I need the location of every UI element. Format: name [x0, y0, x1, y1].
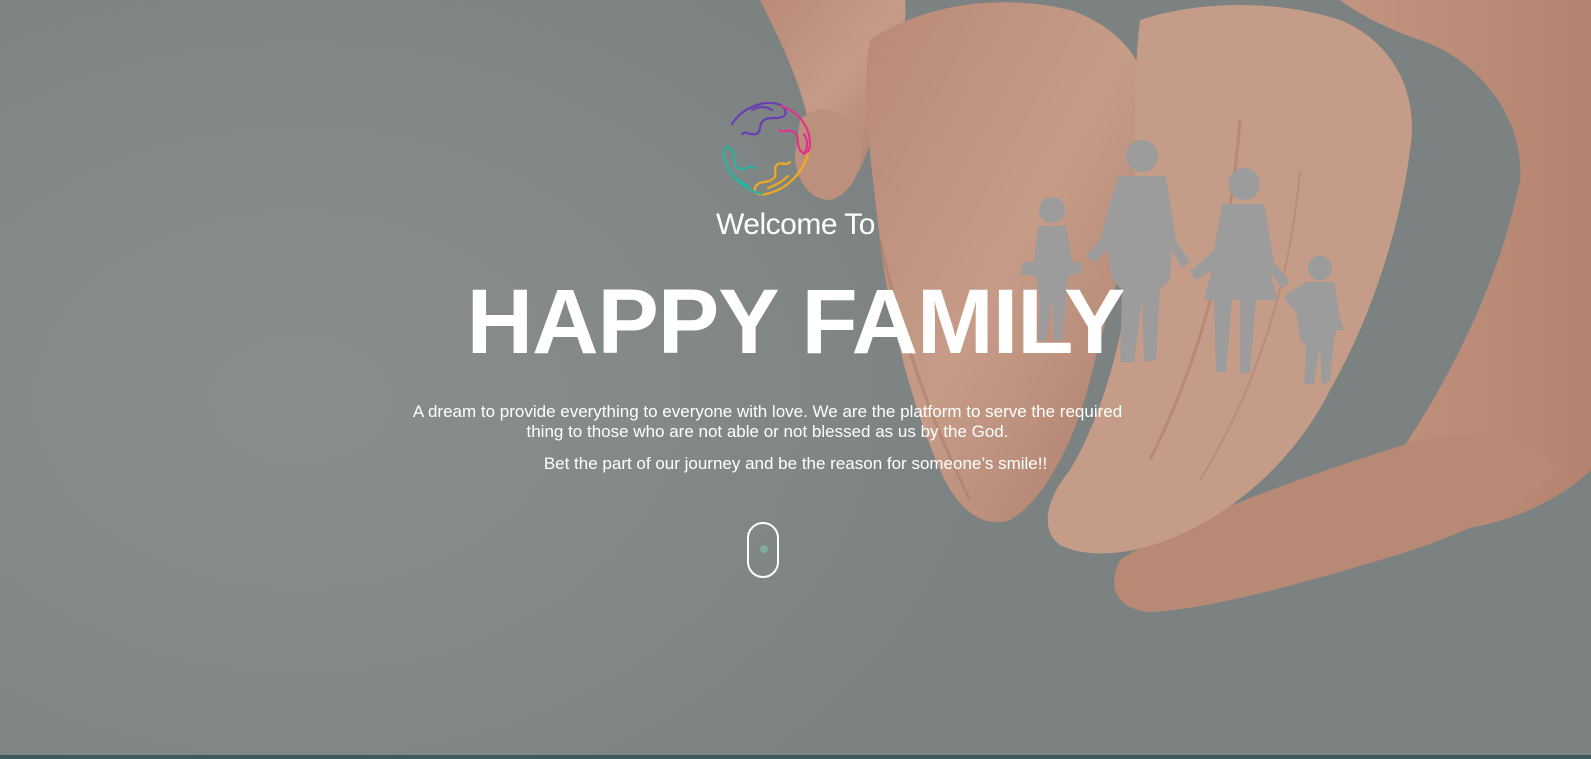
- welcome-heading: Welcome To: [716, 208, 875, 241]
- hero-section: Welcome To HAPPY FAMILY A dream to provi…: [0, 0, 1591, 759]
- hero-tagline: Bet the part of our journey and be the r…: [543, 454, 1048, 473]
- hero-description: A dream to provide everything to everyon…: [412, 402, 1123, 441]
- hero-content: Welcome To HAPPY FAMILY A dream to provi…: [0, 0, 1591, 759]
- hands-circle-logo-icon: [722, 101, 812, 196]
- mouse-scroll-icon[interactable]: [747, 522, 779, 578]
- scroll-dot: [760, 545, 768, 553]
- page-title: HAPPY FAMILY: [466, 271, 1126, 373]
